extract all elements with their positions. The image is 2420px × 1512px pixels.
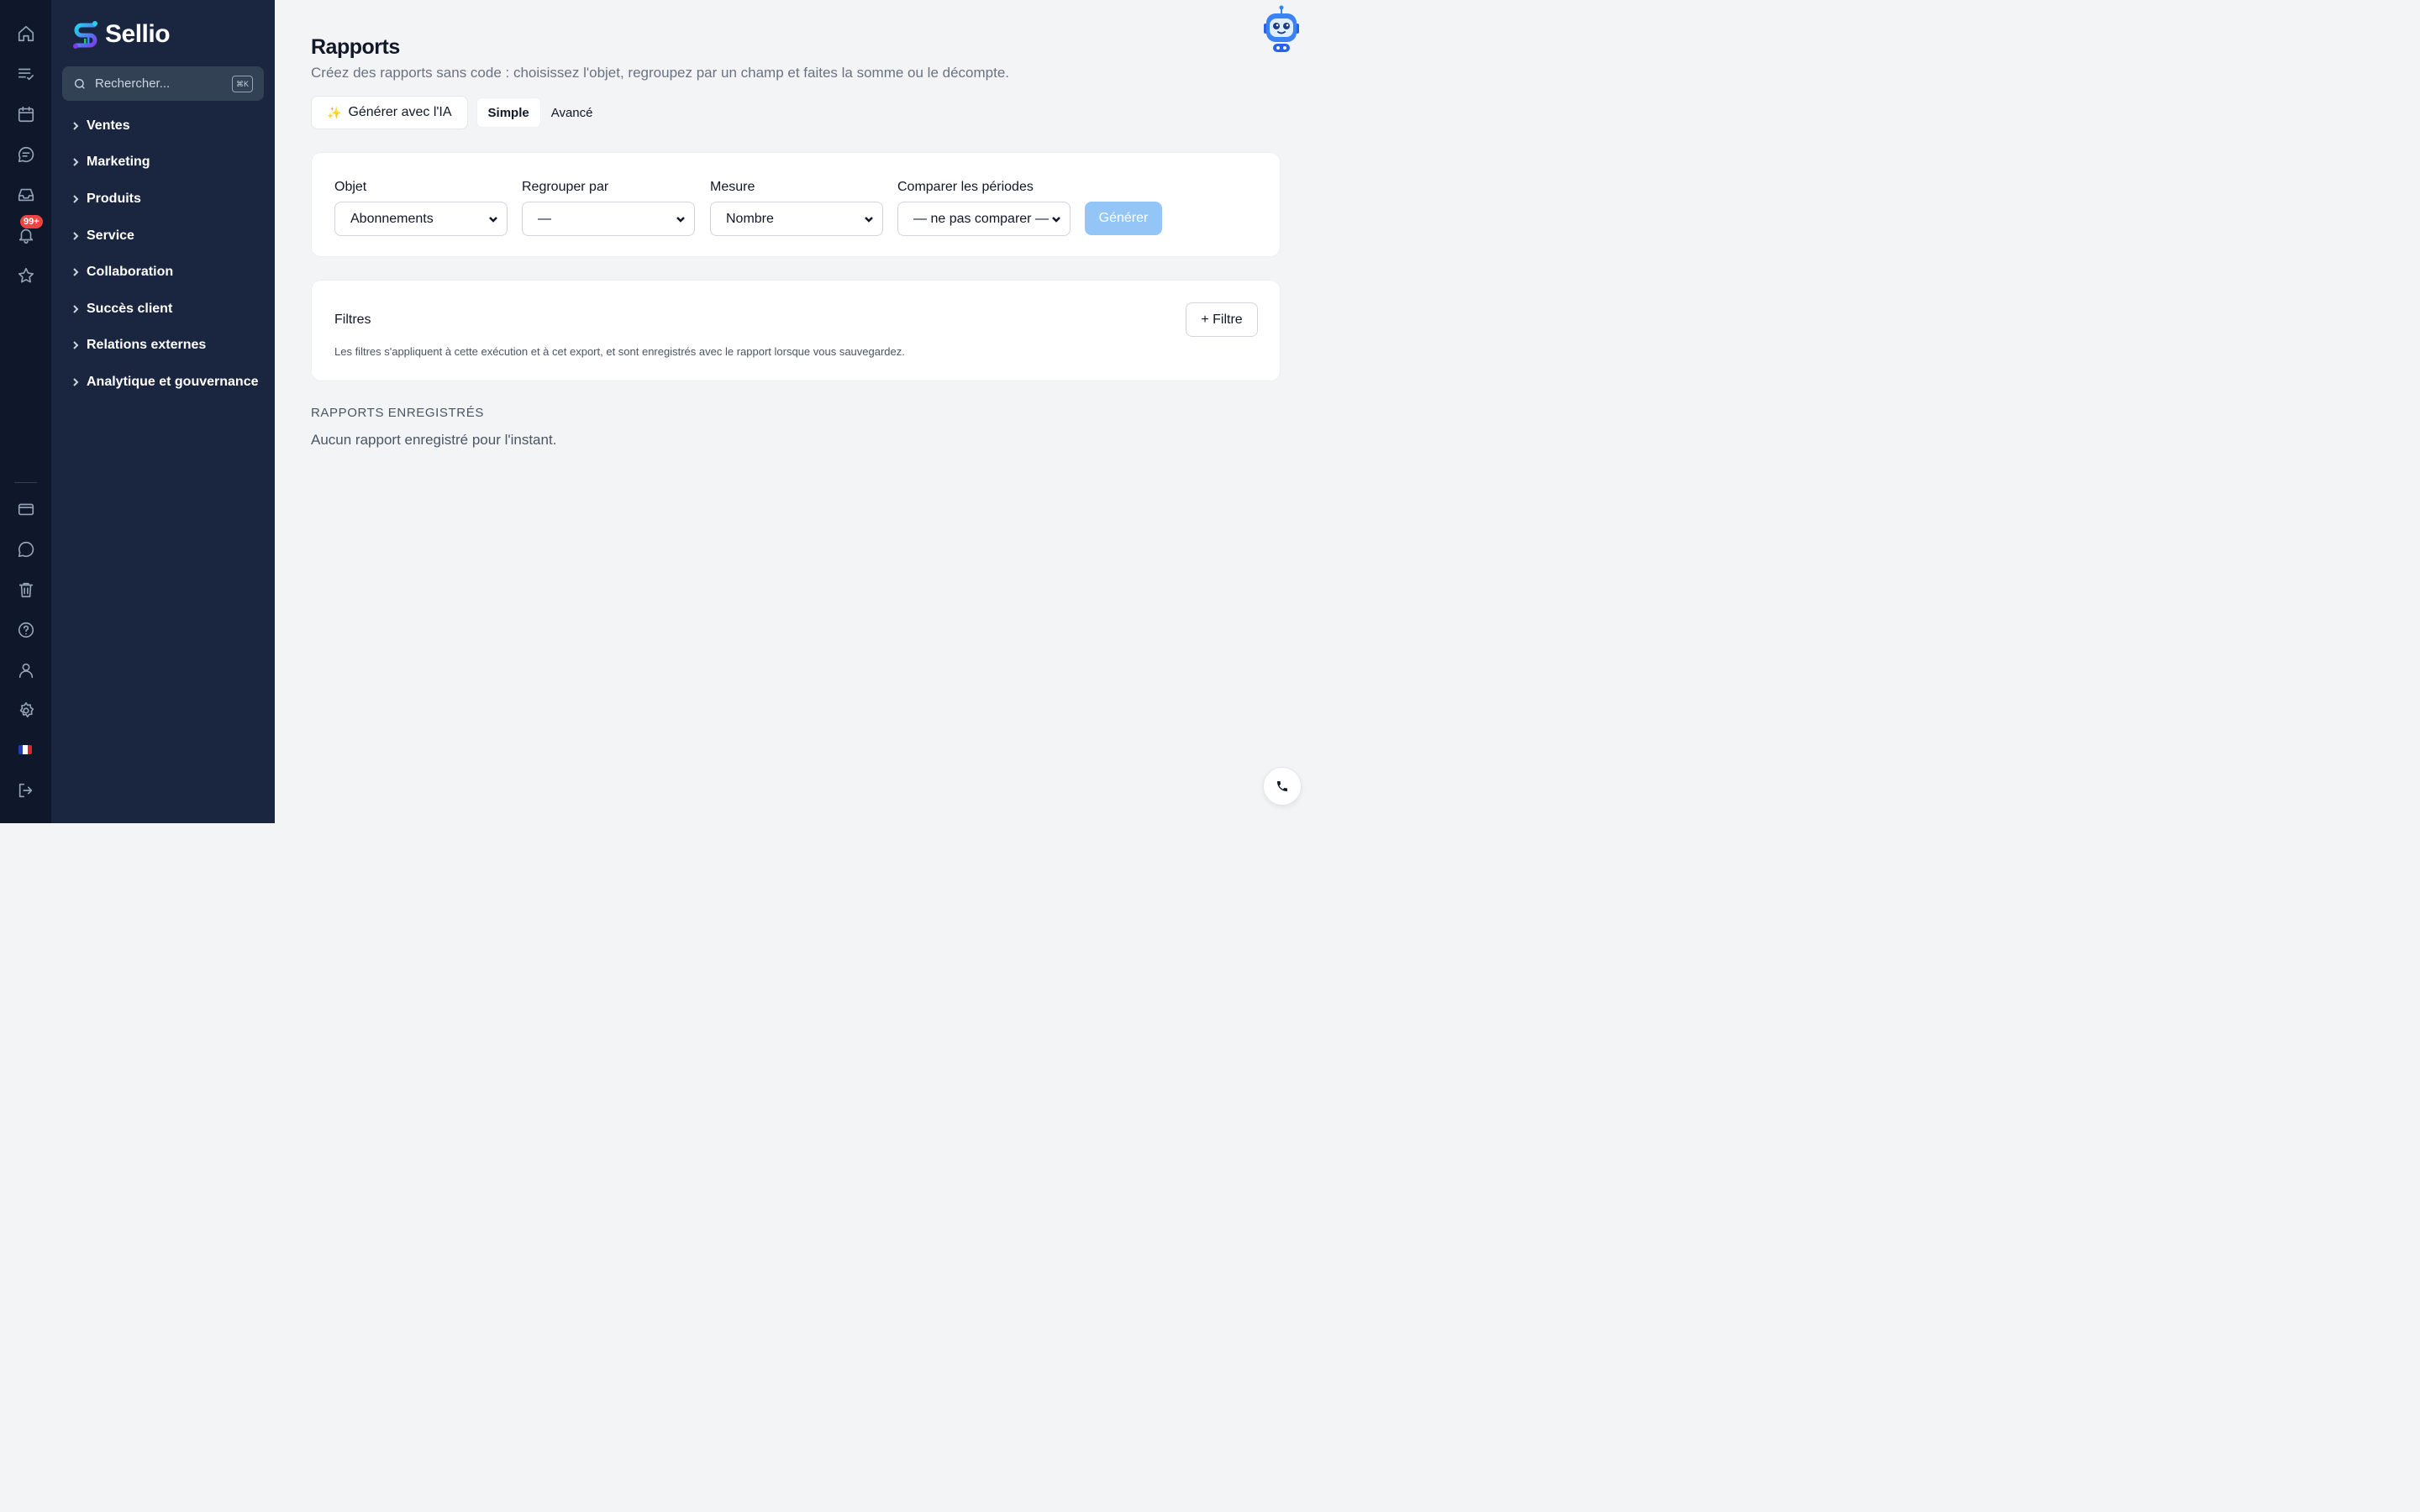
field-label: Comparer les périodes <box>897 180 1034 194</box>
select-value: — ne pas comparer — <box>913 211 1049 226</box>
generate-ai-button[interactable]: ✨ Générer avec l'IA <box>311 96 468 129</box>
field-label: Objet <box>334 180 367 194</box>
chat-icon[interactable] <box>10 139 41 170</box>
chevron-right-icon <box>73 305 79 313</box>
sidebar-item-collaboration[interactable]: Collaboration <box>71 254 270 291</box>
chevron-right-icon <box>73 268 79 276</box>
saved-reports-heading: RAPPORTS ENREGISTRÉS <box>311 406 484 420</box>
field-comparer: Comparer les périodes — ne pas comparer … <box>897 180 1071 236</box>
sidebar-item-label: Relations externes <box>87 338 207 353</box>
sidebar-item-produits[interactable]: Produits <box>71 181 270 218</box>
inbox-icon[interactable] <box>10 179 41 210</box>
help-icon[interactable] <box>10 614 41 645</box>
report-builder-card: Objet Abonnements Regrouper par — Mesure… <box>311 152 1281 257</box>
message-icon[interactable] <box>10 533 41 564</box>
sidebar-item-service[interactable]: Service <box>71 218 270 255</box>
page-title: Rapports <box>311 35 400 59</box>
field-mesure: Mesure Nombre <box>710 180 883 236</box>
objet-select[interactable]: Abonnements <box>334 202 508 236</box>
chevron-right-icon <box>73 378 79 386</box>
regrouper-select[interactable]: — <box>522 202 695 236</box>
chevron-right-icon <box>73 158 79 167</box>
tab-avance[interactable]: Avancé <box>540 98 604 127</box>
sidebar-item-succes-client[interactable]: Succès client <box>71 291 270 328</box>
field-regrouper: Regrouper par — <box>522 180 695 236</box>
sidebar-item-label: Analytique et gouvernance <box>87 374 259 389</box>
generate-ai-label: Générer avec l'IA <box>348 105 452 119</box>
notification-badge: 99+ <box>20 215 43 228</box>
comparer-select[interactable]: — ne pas comparer — <box>897 202 1071 236</box>
tasks-icon[interactable] <box>10 58 41 89</box>
star-icon[interactable] <box>10 260 41 291</box>
add-filter-button[interactable]: + Filtre <box>1186 302 1258 337</box>
chevron-right-icon <box>73 231 79 240</box>
sidebar-item-ventes[interactable]: Ventes <box>71 108 270 144</box>
logo[interactable]: Sellio <box>71 18 171 50</box>
mode-switcher: ✨ Générer avec l'IA Simple Avancé <box>311 96 604 129</box>
flag-fr-icon[interactable] <box>18 745 32 754</box>
filters-card: Filtres + Filtre Les filtres s'appliquen… <box>311 280 1281 381</box>
sparkles-icon: ✨ <box>327 105 342 119</box>
sidebar-item-label: Marketing <box>87 155 150 170</box>
user-icon[interactable] <box>10 654 41 685</box>
chevron-down-icon <box>489 216 497 223</box>
phone-call-button[interactable] <box>1263 767 1302 806</box>
generate-button[interactable]: Générer <box>1085 202 1162 235</box>
search-input[interactable]: Rechercher... ⌘K <box>62 66 264 101</box>
field-objet: Objet Abonnements <box>334 180 508 236</box>
trash-icon[interactable] <box>10 574 41 605</box>
sidebar-item-label: Ventes <box>87 118 130 133</box>
sidebar-item-label: Collaboration <box>87 265 174 280</box>
robot-assistant-icon[interactable] <box>1260 5 1302 54</box>
select-value: Nombre <box>726 211 774 226</box>
saved-reports-empty: Aucun rapport enregistré pour l'instant. <box>311 432 557 448</box>
chevron-right-icon <box>73 341 79 350</box>
main-content: Rapports Créez des rapports sans code : … <box>275 0 1318 823</box>
chevron-down-icon <box>865 216 873 223</box>
sidebar-item-label: Service <box>87 228 134 243</box>
logout-icon[interactable] <box>10 774 41 806</box>
chevron-right-icon <box>73 195 79 203</box>
phone-icon <box>1277 781 1287 791</box>
rail-divider <box>14 482 37 483</box>
sidebar-item-relations-externes[interactable]: Relations externes <box>71 328 270 365</box>
chevron-down-icon <box>676 216 685 223</box>
sidebar-item-analytique[interactable]: Analytique et gouvernance <box>71 364 270 401</box>
sellio-logo-icon <box>73 21 97 49</box>
search-placeholder: Rechercher... <box>95 76 171 91</box>
sidebar-nav: Ventes Marketing Produits Service Collab… <box>71 108 270 401</box>
select-value: Abonnements <box>350 211 434 226</box>
search-icon <box>75 78 85 89</box>
calendar-icon[interactable] <box>10 98 41 129</box>
mesure-select[interactable]: Nombre <box>710 202 883 236</box>
sidebar: Sellio Rechercher... ⌘K Ventes Marketing… <box>51 0 275 823</box>
select-value: — <box>538 211 551 226</box>
icon-rail: 99+ <box>0 0 51 823</box>
gear-icon[interactable] <box>10 695 41 726</box>
page-subtitle: Créez des rapports sans code : choisisse… <box>311 65 1010 81</box>
home-icon[interactable] <box>10 18 41 49</box>
card-icon[interactable] <box>10 493 41 524</box>
app-name: Sellio <box>105 20 171 48</box>
sidebar-item-marketing[interactable]: Marketing <box>71 144 270 181</box>
field-label: Mesure <box>710 180 755 194</box>
search-shortcut: ⌘K <box>231 75 253 92</box>
field-label: Regrouper par <box>522 180 609 194</box>
tab-simple[interactable]: Simple <box>476 98 540 127</box>
sidebar-item-label: Produits <box>87 191 141 206</box>
filters-title: Filtres <box>334 312 371 327</box>
chevron-down-icon <box>1052 216 1060 223</box>
sidebar-item-label: Succès client <box>87 301 173 316</box>
filters-note: Les filtres s'appliquent à cette exécuti… <box>334 345 905 358</box>
chevron-right-icon <box>73 122 79 130</box>
